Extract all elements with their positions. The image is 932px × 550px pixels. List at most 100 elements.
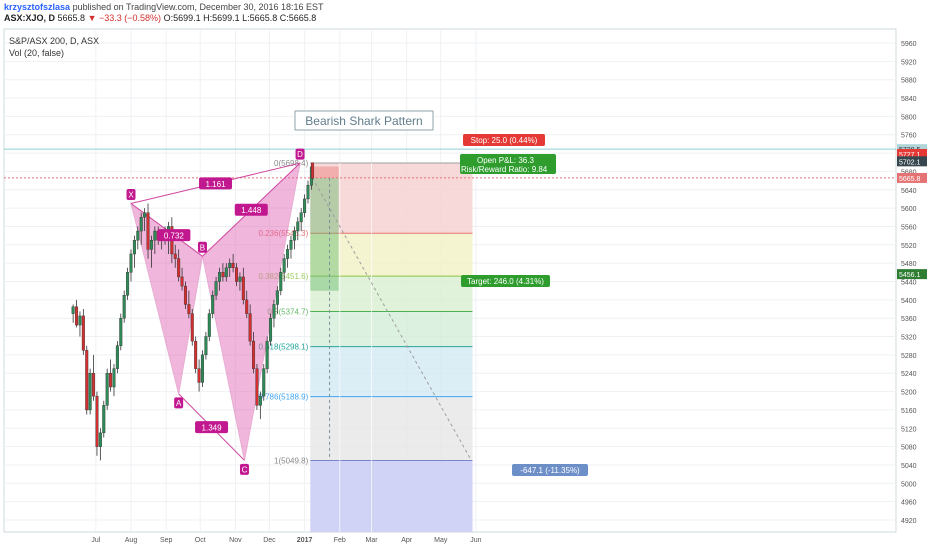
y-tick-label: 5160 [901,408,917,415]
pattern-point-label: C [242,465,248,474]
candle-body [115,345,119,369]
candle-body [289,240,293,250]
risk-reward-label: Risk/Reward Ratio: 9.84 [461,165,548,174]
price-axis-label: 5665.8 [899,176,921,183]
published-text: published on TradingView.com, December 3… [72,2,324,12]
x-tick-label: Dec [263,537,276,544]
candle-body [194,340,198,369]
candle-body [139,217,143,232]
close-value: C:5665.8 [279,13,317,23]
candle-body [112,368,116,388]
candle-body [71,306,75,314]
candle-body [132,240,136,255]
x-tick-label: May [434,537,448,544]
open-value: O:5699.1 [163,13,201,23]
candle-body [75,306,79,326]
author-link[interactable]: krzysztofszlasa [4,2,70,12]
ratio-label: 1.349 [202,424,223,433]
y-tick-label: 5080 [901,445,917,452]
candle-body [146,212,150,250]
ratio-label: 1.448 [241,206,262,215]
candle-body [235,267,239,282]
candle-body [265,340,269,369]
y-tick-label: 5520 [901,243,917,250]
candle-body [245,299,249,314]
y-tick-label: 5560 [901,224,917,231]
y-tick-label: 5840 [901,96,917,103]
down-arrow-icon: ▼ [87,13,97,23]
x-tick-label: Sep [160,537,173,544]
x-tick-label: Aug [125,537,138,544]
candle-body [78,315,82,326]
candle-body [241,276,245,301]
price-chart[interactable]: 4920 4960 5000 5040 5080 5120 5160 5200 5240 5280… [0,0,932,550]
fib-zone-extension [310,460,473,532]
candle-body [224,267,228,278]
symbol-label: ASX:XJO, D [4,13,56,23]
y-tick-label: 5320 [901,335,917,342]
y-tick-label: 5200 [901,390,917,397]
candle-body [143,212,147,218]
ratio-label: 0.732 [164,232,185,241]
stop-zone [310,166,339,178]
candle-body [187,304,191,314]
candle-body [275,290,279,305]
y-tick-label: 5280 [901,353,917,360]
candle-body [211,295,215,314]
pattern-title: Bearish Shark Pattern [305,114,422,128]
candle-body [105,373,109,406]
price-change: −33.3 (−0.58%) [99,13,162,23]
y-tick-label: 5000 [901,481,917,488]
candle-body [126,272,130,296]
candle-body [95,395,99,447]
pattern-point-label: X [128,191,134,200]
candle-body [238,276,242,282]
price-axis-label: 5456.1 [899,272,921,279]
y-tick-label: 5440 [901,280,917,287]
y-tick-label: 5120 [901,426,917,433]
candle-body [262,368,266,397]
y-tick-label: 5640 [901,188,917,195]
candle-body [292,230,296,241]
candle-body [98,432,102,447]
candle-body [303,198,307,213]
pattern-point-label: B [200,243,205,252]
y-tick-label: 5240 [901,371,917,378]
stop-label: Stop: 25.0 (0.44%) [471,136,538,145]
candle-body [231,262,235,268]
publish-line: krzysztofszlasa published on TradingView… [4,2,324,12]
y-tick-label: 5360 [901,316,917,323]
open-pnl-label: Open P&L: 36.3 [477,156,534,165]
x-tick-label: Apr [401,537,413,544]
fib-level-label: 1(5049.8) [274,456,309,465]
x-tick-label: Nov [229,537,242,544]
candle-body [207,313,211,337]
x-tick-label: Jun [470,537,481,544]
candle-body [136,230,140,241]
fib-level-label: 0.786(5188.9) [258,393,308,402]
y-tick-label: 5480 [901,261,917,268]
candle-body [311,162,315,179]
candle-body [204,336,208,356]
candle-body [88,373,92,411]
x-tick-label: Jul [91,537,100,544]
fib-level-label: 0(5698.4) [274,159,309,168]
candle-body [200,354,204,383]
y-tick-label: 5760 [901,133,917,140]
x-tick-label: Feb [334,537,346,544]
y-tick-label: 5960 [901,41,917,48]
x-tick-label: Mar [366,537,379,544]
ohlc-line: ASX:XJO, D 5665.8 ▼ −33.3 (−0.58%) O:569… [4,13,316,23]
candle-body [258,395,262,406]
candle-body [197,368,201,383]
fib-zone [310,396,473,461]
y-tick-label: 5040 [901,463,917,470]
high-value: H:5699.1 [203,13,240,23]
target-label: Target: 246.0 (4.31%) [467,277,544,286]
chart-legend: S&P/ASX 200, D, ASX Vol (20, false) [9,35,99,59]
legend-volume[interactable]: Vol (20, false) [9,47,99,59]
measure-label: -647.1 (-11.35%) [520,466,580,475]
candle-body [217,272,221,282]
legend-series[interactable]: S&P/ASX 200, D, ASX [9,35,99,47]
candle-body [183,285,187,305]
